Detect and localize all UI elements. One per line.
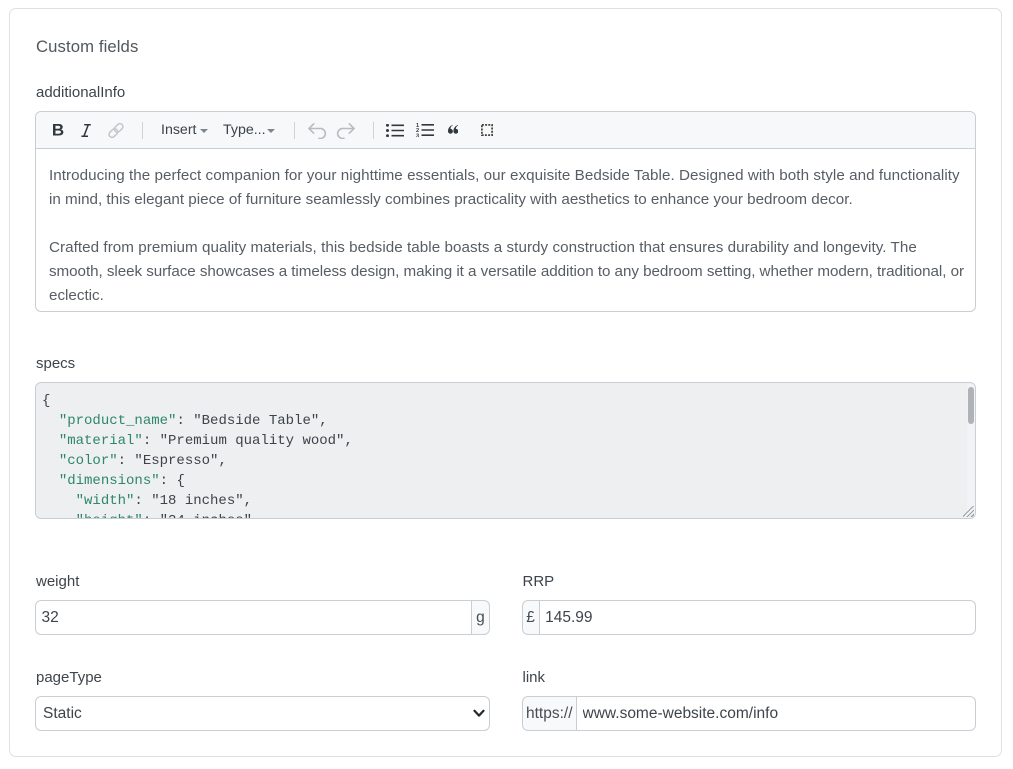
svg-text:3: 3 <box>416 133 419 137</box>
